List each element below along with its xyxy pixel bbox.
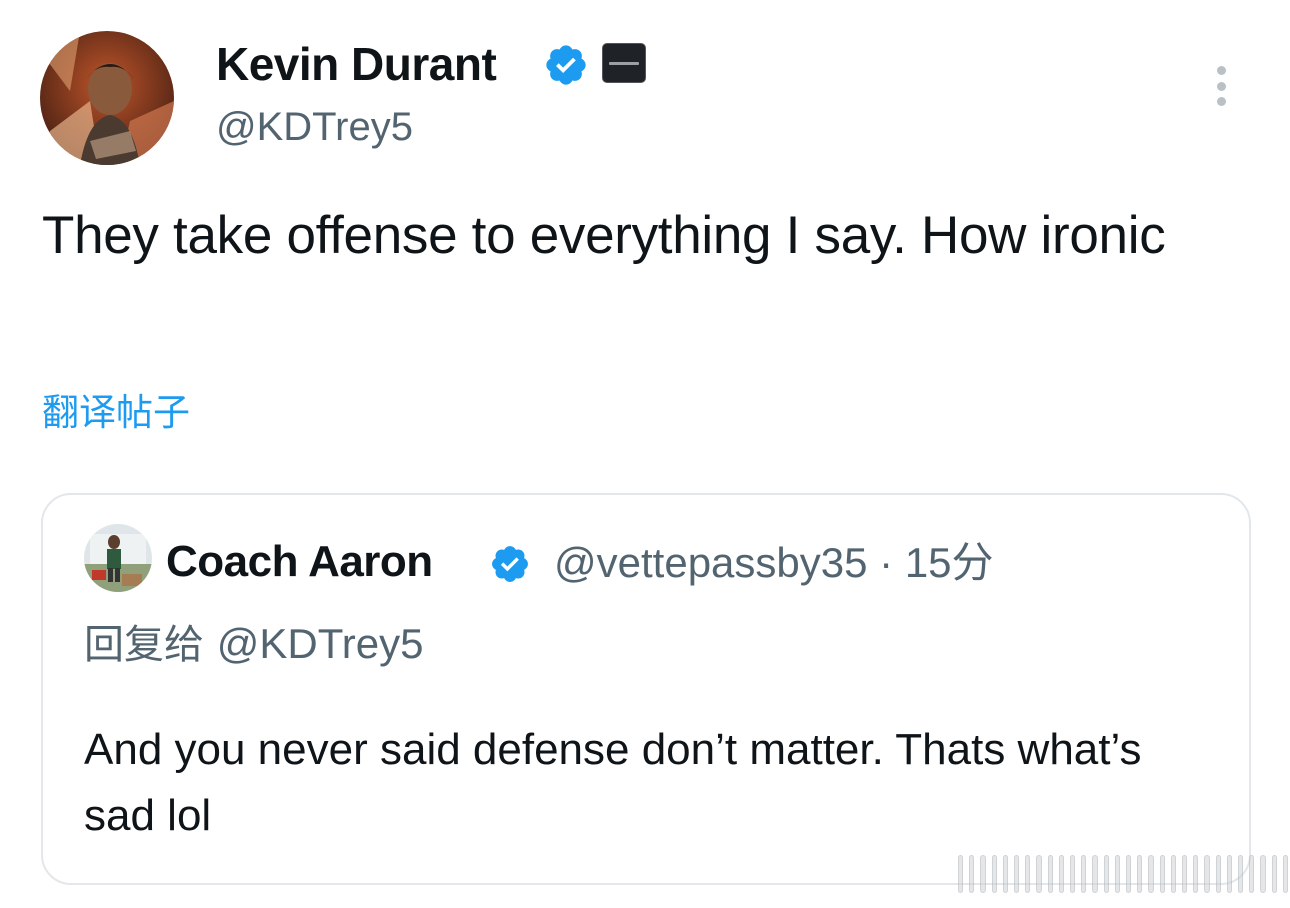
affiliate-badge-icon[interactable] (602, 43, 646, 83)
quoted-tweet-meta: @vettepassby35 · 15分 (554, 538, 994, 588)
reply-context: 回复给 @KDTrey5 (84, 619, 424, 670)
reply-mention-link[interactable]: @KDTrey5 (217, 620, 424, 667)
quoted-author-handle[interactable]: @vettepassby35 (554, 539, 867, 586)
verified-badge-icon (546, 45, 586, 85)
verified-badge-icon (492, 546, 528, 582)
quoted-author-avatar[interactable] (84, 524, 152, 592)
quoted-tweet-text: And you never said defense don’t matter.… (84, 725, 1142, 840)
watermark (958, 850, 1289, 898)
quoted-tweet-time[interactable]: 15分 (905, 539, 994, 586)
more-options-icon[interactable] (1206, 60, 1236, 112)
author-handle[interactable]: @KDTrey5 (216, 102, 413, 152)
translate-post-link[interactable]: 翻译帖子 (42, 388, 190, 438)
quoted-tweet-card[interactable]: Coach Aaron @vettepassby35 · 15分 回复给 @KD… (41, 493, 1251, 885)
tweet-text: They take offense to everything I say. H… (42, 206, 1166, 265)
author-avatar[interactable] (40, 31, 174, 165)
author-name[interactable]: Kevin Durant (216, 36, 497, 92)
quoted-author-name[interactable]: Coach Aaron (166, 535, 433, 589)
reply-prefix: 回复给 (84, 622, 204, 668)
more-dot (1216, 97, 1226, 106)
meta-separator: · (879, 539, 894, 586)
more-dot (1216, 81, 1226, 91)
more-dot (1216, 66, 1226, 75)
